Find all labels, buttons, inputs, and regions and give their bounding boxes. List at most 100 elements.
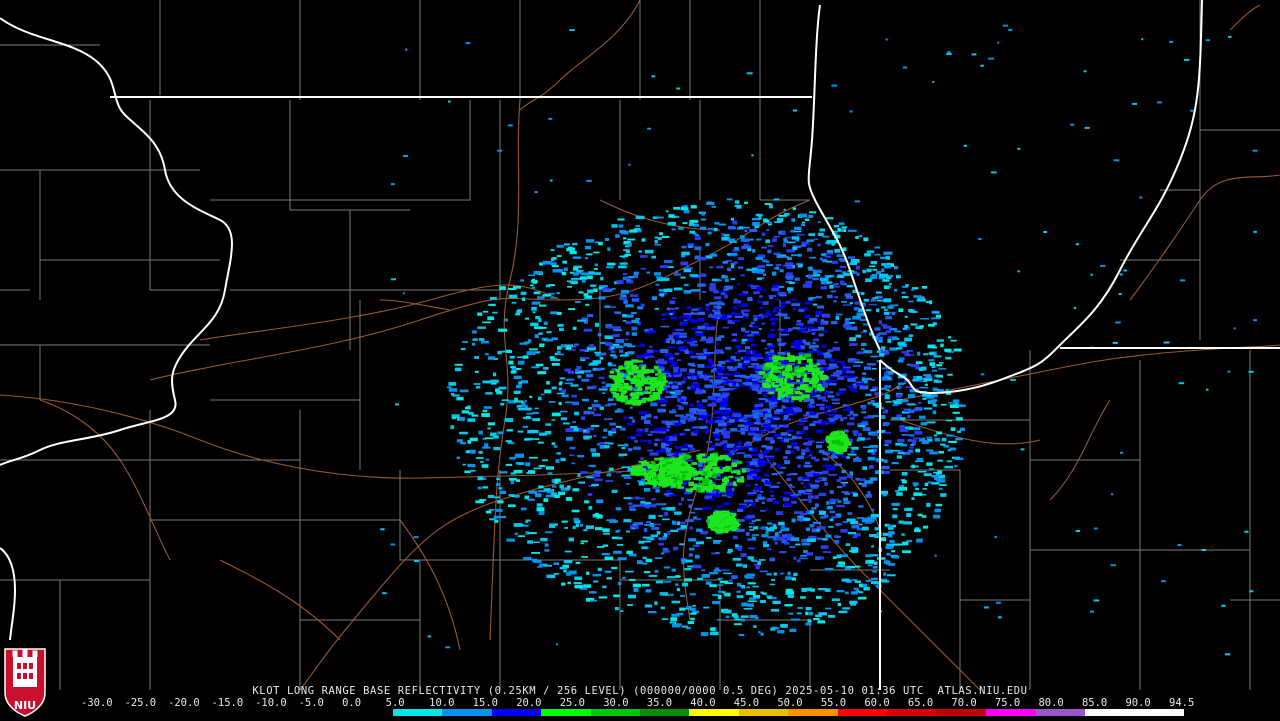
echo-pixel [679, 607, 686, 611]
echo-pixel [538, 511, 545, 515]
echo-pixel [747, 464, 756, 467]
echo-pixel [885, 545, 893, 550]
echo-pixel [847, 414, 851, 417]
echo-pixel [1205, 39, 1211, 42]
echo-pixel [522, 425, 529, 428]
echo-pixel [604, 418, 613, 420]
echo-pixel [1093, 527, 1098, 530]
echo-pixel [1179, 279, 1186, 282]
echo-pixel [713, 433, 721, 438]
echo-pixel [504, 418, 514, 422]
echo-pixel [808, 454, 813, 457]
echo-pixel [994, 536, 997, 539]
echo-pixel [883, 409, 889, 414]
echo-pixel [840, 447, 847, 452]
echo-pixel [695, 331, 703, 333]
echo-pixel [674, 352, 680, 356]
echo-pixel [1070, 123, 1075, 126]
echo-pixel [765, 531, 769, 534]
echo-pixel [932, 410, 937, 415]
echo-pixel [587, 314, 594, 318]
echo-pixel [787, 257, 792, 261]
echo-pixel [671, 624, 681, 628]
echo-pixel [853, 587, 859, 591]
echo-pixel [382, 592, 387, 595]
echo-pixel [744, 575, 748, 578]
echo-pixel [752, 353, 762, 358]
echo-pixel [592, 573, 602, 577]
echo-pixel [747, 284, 751, 287]
echo-pixel [819, 228, 825, 232]
echo-pixel [820, 286, 828, 290]
echo-pixel [783, 316, 790, 319]
echo-pixel [821, 235, 830, 238]
echo-pixel [597, 567, 602, 572]
echo-pixel [689, 412, 694, 416]
echo-pixel [856, 265, 860, 270]
echo-pixel [829, 490, 834, 494]
echo-pixel [510, 480, 514, 484]
echo-pixel [645, 470, 650, 473]
echo-pixel [934, 437, 940, 442]
echo-pixel [492, 311, 498, 314]
echo-pixel [818, 492, 827, 497]
echo-pixel [1184, 58, 1190, 61]
echo-pixel [865, 278, 872, 282]
echo-pixel [677, 341, 684, 344]
echo-pixel [886, 264, 891, 269]
echo-pixel [588, 407, 592, 410]
echo-pixel [623, 389, 628, 393]
echo-pixel [609, 520, 618, 523]
echo-pixel [380, 528, 385, 531]
colorbar-segment [1134, 709, 1184, 716]
echo-pixel [697, 283, 706, 287]
echo-pixel [786, 473, 790, 476]
echo-pixel [452, 417, 456, 420]
echo-pixel [822, 464, 832, 467]
echo-pixel [680, 467, 686, 472]
echo-pixel [938, 368, 947, 370]
echo-pixel [577, 319, 586, 322]
echo-pixel [771, 287, 780, 292]
echo-pixel [747, 296, 753, 300]
echo-pixel [448, 382, 457, 386]
echo-pixel [856, 438, 860, 442]
echo-pixel [579, 523, 584, 527]
echo-pixel [787, 290, 792, 294]
echo-pixel [611, 566, 618, 570]
echo-pixel [497, 500, 504, 504]
echo-pixel [670, 391, 675, 394]
echo-pixel [695, 352, 704, 355]
echo-pixel [867, 456, 876, 461]
echo-pixel [837, 228, 841, 232]
echo-pixel [809, 423, 816, 427]
echo-pixel [720, 292, 726, 296]
echo-pixel [773, 572, 777, 576]
echo-pixel [825, 241, 830, 244]
echo-pixel [698, 415, 708, 418]
echo-pixel [891, 502, 900, 506]
echo-pixel [862, 466, 867, 470]
echo-pixel [676, 422, 682, 426]
echo-pixel [572, 488, 580, 492]
echo-pixel [548, 401, 556, 403]
echo-pixel [543, 488, 551, 492]
echo-pixel [570, 384, 579, 387]
echo-pixel [787, 595, 794, 598]
echo-pixel [737, 430, 744, 432]
echo-pixel [718, 389, 727, 391]
echo-pixel [995, 601, 1001, 604]
echo-pixel [944, 348, 952, 352]
echo-pixel [745, 378, 749, 382]
echo-pixel [594, 478, 603, 482]
echo-pixel [689, 350, 694, 355]
echo-pixel [753, 415, 760, 419]
echo-pixel [787, 241, 796, 244]
echo-pixel [794, 390, 801, 393]
echo-pixel [482, 321, 491, 324]
echo-pixel [556, 643, 559, 646]
echo-pixel [675, 575, 681, 578]
echo-pixel [785, 300, 791, 304]
echo-pixel [681, 380, 686, 384]
echo-pixel [647, 449, 653, 452]
